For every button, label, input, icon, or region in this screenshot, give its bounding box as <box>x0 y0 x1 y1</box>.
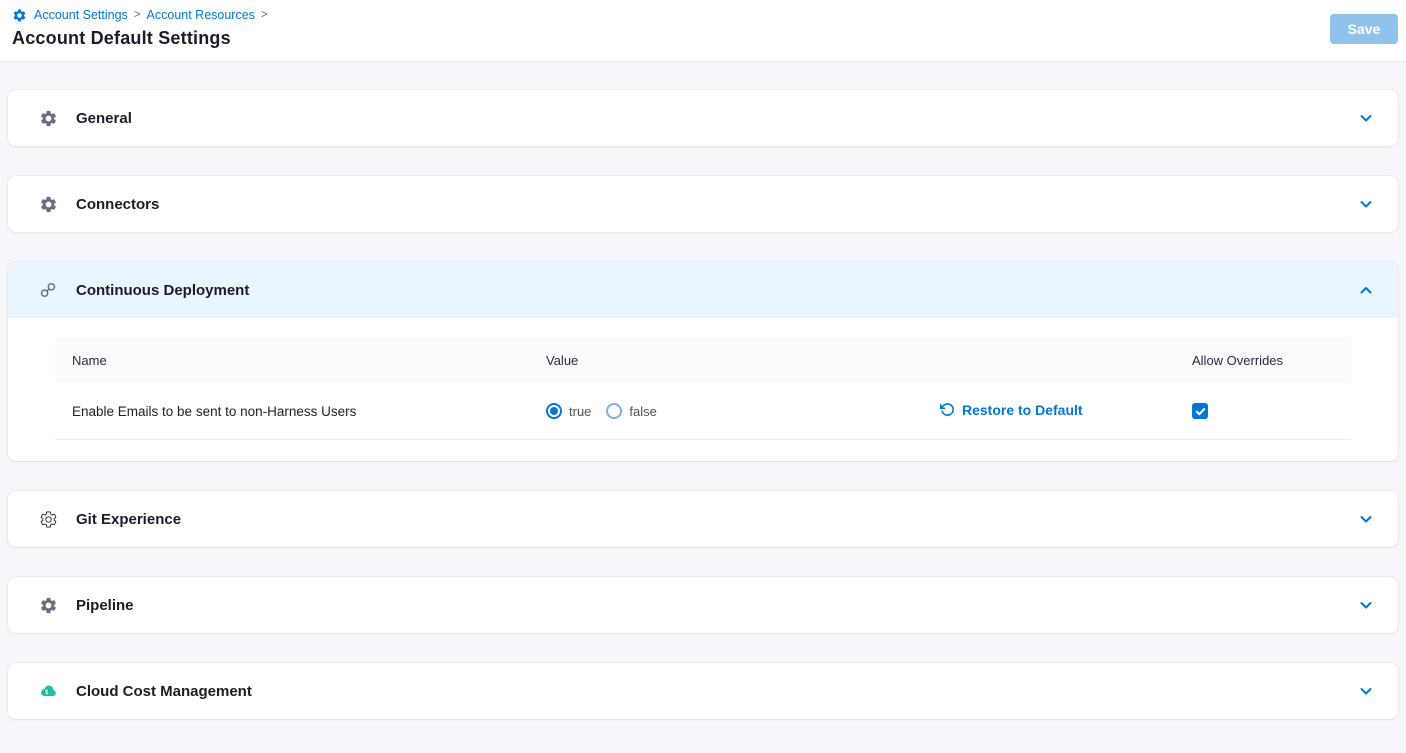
account-settings-gear-icon <box>12 8 27 23</box>
cloud-dollar-icon: $ <box>38 681 58 701</box>
restore-label: Restore to Default <box>962 402 1083 418</box>
section-card-general: General <box>8 90 1398 146</box>
radio-label: true <box>569 404 591 419</box>
page-title: Account Default Settings <box>12 28 1394 49</box>
settings-list: General Connectors Continuous Deployment <box>0 62 1406 753</box>
chevron-down-icon[interactable] <box>1358 110 1374 126</box>
section-title: Pipeline <box>76 597 134 614</box>
chevron-down-icon[interactable] <box>1358 683 1374 699</box>
breadcrumb-separator: > <box>134 7 141 23</box>
page-header: Account Settings > Account Resources > A… <box>0 0 1406 62</box>
checkmark-icon <box>1195 406 1206 417</box>
radio-unselected-icon <box>606 403 622 419</box>
gear-icon <box>38 595 58 615</box>
restore-icon <box>940 402 955 417</box>
setting-value-radio-group: true false <box>546 403 940 419</box>
column-header-value: Value <box>546 353 1192 368</box>
section-title: Cloud Cost Management <box>76 683 252 700</box>
breadcrumb-account-resources[interactable]: Account Resources <box>147 7 255 23</box>
radio-option-false[interactable]: false <box>606 403 656 419</box>
gear-outline-icon <box>38 509 58 529</box>
section-title: Git Experience <box>76 511 181 528</box>
breadcrumb-account-settings[interactable]: Account Settings <box>34 7 128 23</box>
allow-overrides-checkbox[interactable] <box>1192 403 1208 419</box>
section-header-connectors[interactable]: Connectors <box>8 176 1398 232</box>
section-title: Continuous Deployment <box>76 282 249 299</box>
section-header-general[interactable]: General <box>8 90 1398 146</box>
chevron-up-icon[interactable] <box>1358 282 1374 298</box>
radio-label: false <box>629 404 656 419</box>
chevron-down-icon[interactable] <box>1358 511 1374 527</box>
radio-option-true[interactable]: true <box>546 403 591 419</box>
section-card-connectors: Connectors <box>8 176 1398 232</box>
section-header-continuous-deployment[interactable]: Continuous Deployment <box>8 262 1398 318</box>
section-card-cloud-cost-management: $ Cloud Cost Management <box>8 663 1398 719</box>
continuous-deployment-panel: Name Value Allow Overrides Enable Emails… <box>8 318 1398 461</box>
radio-selected-icon <box>546 403 562 419</box>
chevron-down-icon[interactable] <box>1358 196 1374 212</box>
save-button[interactable]: Save <box>1330 14 1398 44</box>
restore-to-default-link[interactable]: Restore to Default <box>940 402 1083 418</box>
chevron-down-icon[interactable] <box>1358 597 1374 613</box>
section-header-cloud-cost-management[interactable]: $ Cloud Cost Management <box>8 663 1398 719</box>
breadcrumb: Account Settings > Account Resources > <box>12 7 1394 23</box>
setting-name: Enable Emails to be sent to non-Harness … <box>72 404 546 419</box>
settings-table-header: Name Value Allow Overrides <box>55 337 1351 383</box>
section-card-git-experience: Git Experience <box>8 491 1398 547</box>
section-card-continuous-deployment: Continuous Deployment Name Value Allow O… <box>8 262 1398 461</box>
table-row: Enable Emails to be sent to non-Harness … <box>55 383 1351 440</box>
gear-icon <box>38 194 58 214</box>
column-header-name: Name <box>72 353 546 368</box>
section-header-pipeline[interactable]: Pipeline <box>8 577 1398 633</box>
section-header-git-experience[interactable]: Git Experience <box>8 491 1398 547</box>
section-card-pipeline: Pipeline <box>8 577 1398 633</box>
link-icon <box>38 280 58 300</box>
column-header-allow-overrides: Allow Overrides <box>1192 353 1351 368</box>
breadcrumb-separator: > <box>261 7 268 23</box>
gear-icon <box>38 108 58 128</box>
svg-text:$: $ <box>45 689 49 696</box>
section-title: General <box>76 110 132 127</box>
section-title: Connectors <box>76 196 159 213</box>
